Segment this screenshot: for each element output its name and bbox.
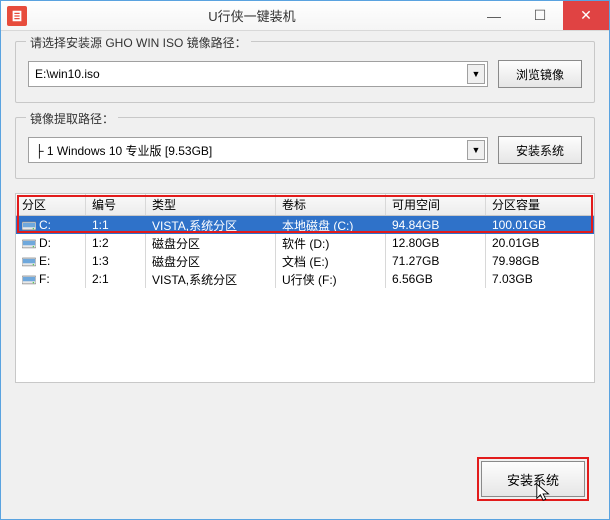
footer: 安装系统	[477, 457, 589, 501]
table-row[interactable]: D:1:2磁盘分区软件 (D:)12.80GB20.01GB	[16, 234, 594, 252]
install-system-button[interactable]: 安装系统	[481, 461, 585, 497]
highlight-border: 安装系统	[477, 457, 589, 501]
source-path-value: E:\win10.iso	[35, 67, 100, 81]
th-label[interactable]: 卷标	[276, 194, 386, 215]
drive-icon	[22, 220, 36, 231]
extract-group: 镜像提取路径： ├ 1 Windows 10 专业版 [9.53GB] ▼ 安装…	[15, 117, 595, 179]
image-edition-select[interactable]: ├ 1 Windows 10 专业版 [9.53GB] ▼	[28, 137, 488, 163]
chevron-down-icon[interactable]: ▼	[467, 140, 485, 160]
partition-table: 分区 编号 类型 卷标 可用空间 分区容量 C:1:1VISTA,系统分区本地磁…	[15, 193, 595, 383]
drive-icon	[22, 238, 36, 249]
minimize-button[interactable]: —	[471, 1, 517, 30]
source-path-select[interactable]: E:\win10.iso ▼	[28, 61, 488, 87]
extract-group-label: 镜像提取路径：	[26, 110, 118, 127]
app-icon	[7, 6, 27, 26]
titlebar: U行侠一键装机 — ☐ ✕	[1, 1, 609, 31]
table-row[interactable]: F:2:1VISTA,系统分区U行侠 (F:)6.56GB7.03GB	[16, 270, 594, 288]
table-row[interactable]: C:1:1VISTA,系统分区本地磁盘 (C:)94.84GB100.01GB	[16, 216, 594, 234]
window-buttons: — ☐ ✕	[471, 1, 609, 30]
close-button[interactable]: ✕	[563, 1, 609, 30]
table-body: C:1:1VISTA,系统分区本地磁盘 (C:)94.84GB100.01GBD…	[16, 216, 594, 288]
th-number[interactable]: 编号	[86, 194, 146, 215]
drive-icon	[22, 256, 36, 267]
browse-image-button[interactable]: 浏览镜像	[498, 60, 582, 88]
drive-icon	[22, 274, 36, 285]
source-group-label: 请选择安装源 GHO WIN ISO 镜像路径：	[26, 34, 251, 51]
window-title: U行侠一键装机	[33, 6, 471, 25]
main-window: U行侠一键装机 — ☐ ✕ 请选择安装源 GHO WIN ISO 镜像路径： E…	[0, 0, 610, 520]
image-edition-value: ├ 1 Windows 10 专业版 [9.53GB]	[35, 142, 212, 159]
th-partition[interactable]: 分区	[16, 194, 86, 215]
chevron-down-icon[interactable]: ▼	[467, 64, 485, 84]
th-free[interactable]: 可用空间	[386, 194, 486, 215]
table-header: 分区 编号 类型 卷标 可用空间 分区容量	[16, 194, 594, 216]
install-system-button-top[interactable]: 安装系统	[498, 136, 582, 164]
th-size[interactable]: 分区容量	[486, 194, 586, 215]
maximize-button[interactable]: ☐	[517, 1, 563, 30]
th-type[interactable]: 类型	[146, 194, 276, 215]
content-area: 请选择安装源 GHO WIN ISO 镜像路径： E:\win10.iso ▼ …	[1, 31, 609, 383]
table-row[interactable]: E:1:3磁盘分区文档 (E:)71.27GB79.98GB	[16, 252, 594, 270]
source-group: 请选择安装源 GHO WIN ISO 镜像路径： E:\win10.iso ▼ …	[15, 41, 595, 103]
